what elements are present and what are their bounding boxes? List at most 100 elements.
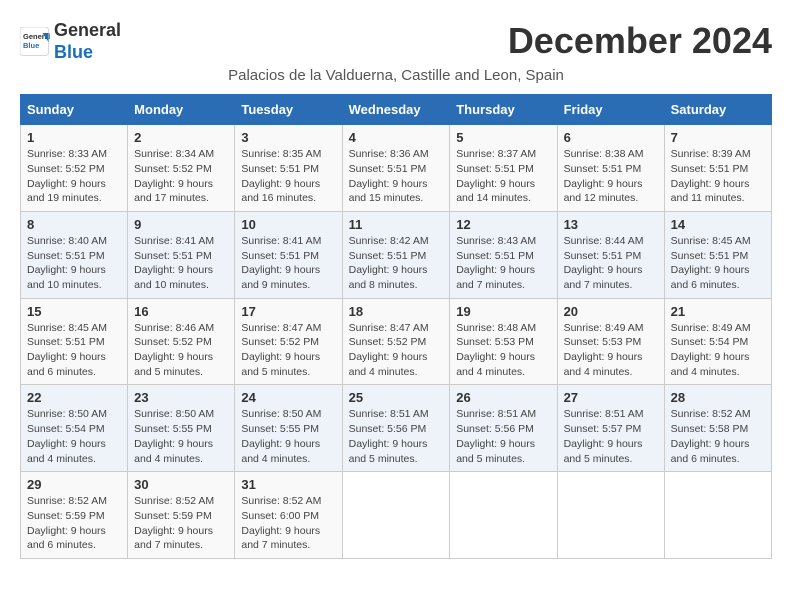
logo-icon: General Blue bbox=[20, 27, 50, 57]
calendar-cell bbox=[450, 472, 557, 559]
day-info: Sunrise: 8:46 AM Sunset: 5:52 PM Dayligh… bbox=[134, 322, 214, 378]
calendar-cell: 29 Sunrise: 8:52 AM Sunset: 5:59 PM Dayl… bbox=[21, 472, 128, 559]
calendar-cell: 11 Sunrise: 8:42 AM Sunset: 5:51 PM Dayl… bbox=[342, 211, 450, 298]
day-info: Sunrise: 8:52 AM Sunset: 6:00 PM Dayligh… bbox=[241, 495, 321, 551]
day-number: 18 bbox=[349, 304, 444, 319]
day-info: Sunrise: 8:34 AM Sunset: 5:52 PM Dayligh… bbox=[134, 148, 214, 204]
day-info: Sunrise: 8:52 AM Sunset: 5:58 PM Dayligh… bbox=[671, 408, 751, 464]
location-subtitle: Palacios de la Valduerna, Castille and L… bbox=[20, 67, 772, 84]
day-number: 10 bbox=[241, 217, 335, 232]
day-number: 1 bbox=[27, 130, 121, 145]
calendar-table: SundayMondayTuesdayWednesdayThursdayFrid… bbox=[20, 94, 772, 559]
day-number: 20 bbox=[564, 304, 658, 319]
day-number: 25 bbox=[349, 390, 444, 405]
svg-text:Blue: Blue bbox=[23, 41, 39, 50]
calendar-cell: 25 Sunrise: 8:51 AM Sunset: 5:56 PM Dayl… bbox=[342, 385, 450, 472]
calendar-cell bbox=[342, 472, 450, 559]
calendar-week-row: 1 Sunrise: 8:33 AM Sunset: 5:52 PM Dayli… bbox=[21, 125, 772, 212]
column-header-saturday: Saturday bbox=[664, 95, 771, 125]
day-info: Sunrise: 8:51 AM Sunset: 5:56 PM Dayligh… bbox=[349, 408, 429, 464]
calendar-cell: 19 Sunrise: 8:48 AM Sunset: 5:53 PM Dayl… bbox=[450, 298, 557, 385]
logo-text: General Blue bbox=[54, 20, 121, 63]
day-number: 16 bbox=[134, 304, 228, 319]
day-info: Sunrise: 8:44 AM Sunset: 5:51 PM Dayligh… bbox=[564, 235, 644, 291]
calendar-cell: 22 Sunrise: 8:50 AM Sunset: 5:54 PM Dayl… bbox=[21, 385, 128, 472]
calendar-cell: 17 Sunrise: 8:47 AM Sunset: 5:52 PM Dayl… bbox=[235, 298, 342, 385]
calendar-cell: 28 Sunrise: 8:52 AM Sunset: 5:58 PM Dayl… bbox=[664, 385, 771, 472]
calendar-cell: 20 Sunrise: 8:49 AM Sunset: 5:53 PM Dayl… bbox=[557, 298, 664, 385]
day-number: 13 bbox=[564, 217, 658, 232]
day-info: Sunrise: 8:50 AM Sunset: 5:54 PM Dayligh… bbox=[27, 408, 107, 464]
calendar-cell: 2 Sunrise: 8:34 AM Sunset: 5:52 PM Dayli… bbox=[128, 125, 235, 212]
calendar-cell: 4 Sunrise: 8:36 AM Sunset: 5:51 PM Dayli… bbox=[342, 125, 450, 212]
calendar-cell: 26 Sunrise: 8:51 AM Sunset: 5:56 PM Dayl… bbox=[450, 385, 557, 472]
day-number: 8 bbox=[27, 217, 121, 232]
day-info: Sunrise: 8:49 AM Sunset: 5:53 PM Dayligh… bbox=[564, 322, 644, 378]
calendar-cell: 8 Sunrise: 8:40 AM Sunset: 5:51 PM Dayli… bbox=[21, 211, 128, 298]
day-number: 3 bbox=[241, 130, 335, 145]
calendar-cell: 23 Sunrise: 8:50 AM Sunset: 5:55 PM Dayl… bbox=[128, 385, 235, 472]
calendar-cell: 6 Sunrise: 8:38 AM Sunset: 5:51 PM Dayli… bbox=[557, 125, 664, 212]
calendar-header-row: SundayMondayTuesdayWednesdayThursdayFrid… bbox=[21, 95, 772, 125]
day-info: Sunrise: 8:50 AM Sunset: 5:55 PM Dayligh… bbox=[241, 408, 321, 464]
day-number: 2 bbox=[134, 130, 228, 145]
day-info: Sunrise: 8:39 AM Sunset: 5:51 PM Dayligh… bbox=[671, 148, 751, 204]
day-info: Sunrise: 8:35 AM Sunset: 5:51 PM Dayligh… bbox=[241, 148, 321, 204]
day-info: Sunrise: 8:41 AM Sunset: 5:51 PM Dayligh… bbox=[134, 235, 214, 291]
calendar-cell: 13 Sunrise: 8:44 AM Sunset: 5:51 PM Dayl… bbox=[557, 211, 664, 298]
day-number: 27 bbox=[564, 390, 658, 405]
day-info: Sunrise: 8:52 AM Sunset: 5:59 PM Dayligh… bbox=[134, 495, 214, 551]
day-number: 30 bbox=[134, 477, 228, 492]
day-number: 21 bbox=[671, 304, 765, 319]
calendar-cell: 15 Sunrise: 8:45 AM Sunset: 5:51 PM Dayl… bbox=[21, 298, 128, 385]
day-number: 17 bbox=[241, 304, 335, 319]
calendar-cell: 24 Sunrise: 8:50 AM Sunset: 5:55 PM Dayl… bbox=[235, 385, 342, 472]
calendar-cell: 31 Sunrise: 8:52 AM Sunset: 6:00 PM Dayl… bbox=[235, 472, 342, 559]
calendar-cell bbox=[557, 472, 664, 559]
day-number: 19 bbox=[456, 304, 550, 319]
column-header-monday: Monday bbox=[128, 95, 235, 125]
day-number: 14 bbox=[671, 217, 765, 232]
day-info: Sunrise: 8:49 AM Sunset: 5:54 PM Dayligh… bbox=[671, 322, 751, 378]
calendar-cell: 16 Sunrise: 8:46 AM Sunset: 5:52 PM Dayl… bbox=[128, 298, 235, 385]
column-header-thursday: Thursday bbox=[450, 95, 557, 125]
column-header-tuesday: Tuesday bbox=[235, 95, 342, 125]
calendar-cell: 9 Sunrise: 8:41 AM Sunset: 5:51 PM Dayli… bbox=[128, 211, 235, 298]
day-number: 9 bbox=[134, 217, 228, 232]
day-info: Sunrise: 8:36 AM Sunset: 5:51 PM Dayligh… bbox=[349, 148, 429, 204]
day-number: 23 bbox=[134, 390, 228, 405]
day-number: 7 bbox=[671, 130, 765, 145]
calendar-cell: 30 Sunrise: 8:52 AM Sunset: 5:59 PM Dayl… bbox=[128, 472, 235, 559]
day-info: Sunrise: 8:37 AM Sunset: 5:51 PM Dayligh… bbox=[456, 148, 536, 204]
day-info: Sunrise: 8:48 AM Sunset: 5:53 PM Dayligh… bbox=[456, 322, 536, 378]
logo: General Blue General Blue bbox=[20, 20, 121, 63]
day-number: 15 bbox=[27, 304, 121, 319]
calendar-cell: 27 Sunrise: 8:51 AM Sunset: 5:57 PM Dayl… bbox=[557, 385, 664, 472]
day-info: Sunrise: 8:40 AM Sunset: 5:51 PM Dayligh… bbox=[27, 235, 107, 291]
month-title: December 2024 bbox=[508, 20, 772, 62]
column-header-wednesday: Wednesday bbox=[342, 95, 450, 125]
day-number: 31 bbox=[241, 477, 335, 492]
day-info: Sunrise: 8:47 AM Sunset: 5:52 PM Dayligh… bbox=[241, 322, 321, 378]
calendar-cell: 7 Sunrise: 8:39 AM Sunset: 5:51 PM Dayli… bbox=[664, 125, 771, 212]
day-info: Sunrise: 8:51 AM Sunset: 5:56 PM Dayligh… bbox=[456, 408, 536, 464]
day-info: Sunrise: 8:43 AM Sunset: 5:51 PM Dayligh… bbox=[456, 235, 536, 291]
calendar-cell bbox=[664, 472, 771, 559]
day-number: 22 bbox=[27, 390, 121, 405]
calendar-cell: 12 Sunrise: 8:43 AM Sunset: 5:51 PM Dayl… bbox=[450, 211, 557, 298]
day-info: Sunrise: 8:38 AM Sunset: 5:51 PM Dayligh… bbox=[564, 148, 644, 204]
day-info: Sunrise: 8:47 AM Sunset: 5:52 PM Dayligh… bbox=[349, 322, 429, 378]
day-number: 26 bbox=[456, 390, 550, 405]
calendar-cell: 5 Sunrise: 8:37 AM Sunset: 5:51 PM Dayli… bbox=[450, 125, 557, 212]
day-info: Sunrise: 8:42 AM Sunset: 5:51 PM Dayligh… bbox=[349, 235, 429, 291]
calendar-week-row: 8 Sunrise: 8:40 AM Sunset: 5:51 PM Dayli… bbox=[21, 211, 772, 298]
day-info: Sunrise: 8:33 AM Sunset: 5:52 PM Dayligh… bbox=[27, 148, 107, 204]
day-info: Sunrise: 8:51 AM Sunset: 5:57 PM Dayligh… bbox=[564, 408, 644, 464]
day-info: Sunrise: 8:45 AM Sunset: 5:51 PM Dayligh… bbox=[27, 322, 107, 378]
day-number: 4 bbox=[349, 130, 444, 145]
column-header-sunday: Sunday bbox=[21, 95, 128, 125]
calendar-cell: 10 Sunrise: 8:41 AM Sunset: 5:51 PM Dayl… bbox=[235, 211, 342, 298]
calendar-cell: 3 Sunrise: 8:35 AM Sunset: 5:51 PM Dayli… bbox=[235, 125, 342, 212]
day-info: Sunrise: 8:41 AM Sunset: 5:51 PM Dayligh… bbox=[241, 235, 321, 291]
calendar-cell: 21 Sunrise: 8:49 AM Sunset: 5:54 PM Dayl… bbox=[664, 298, 771, 385]
